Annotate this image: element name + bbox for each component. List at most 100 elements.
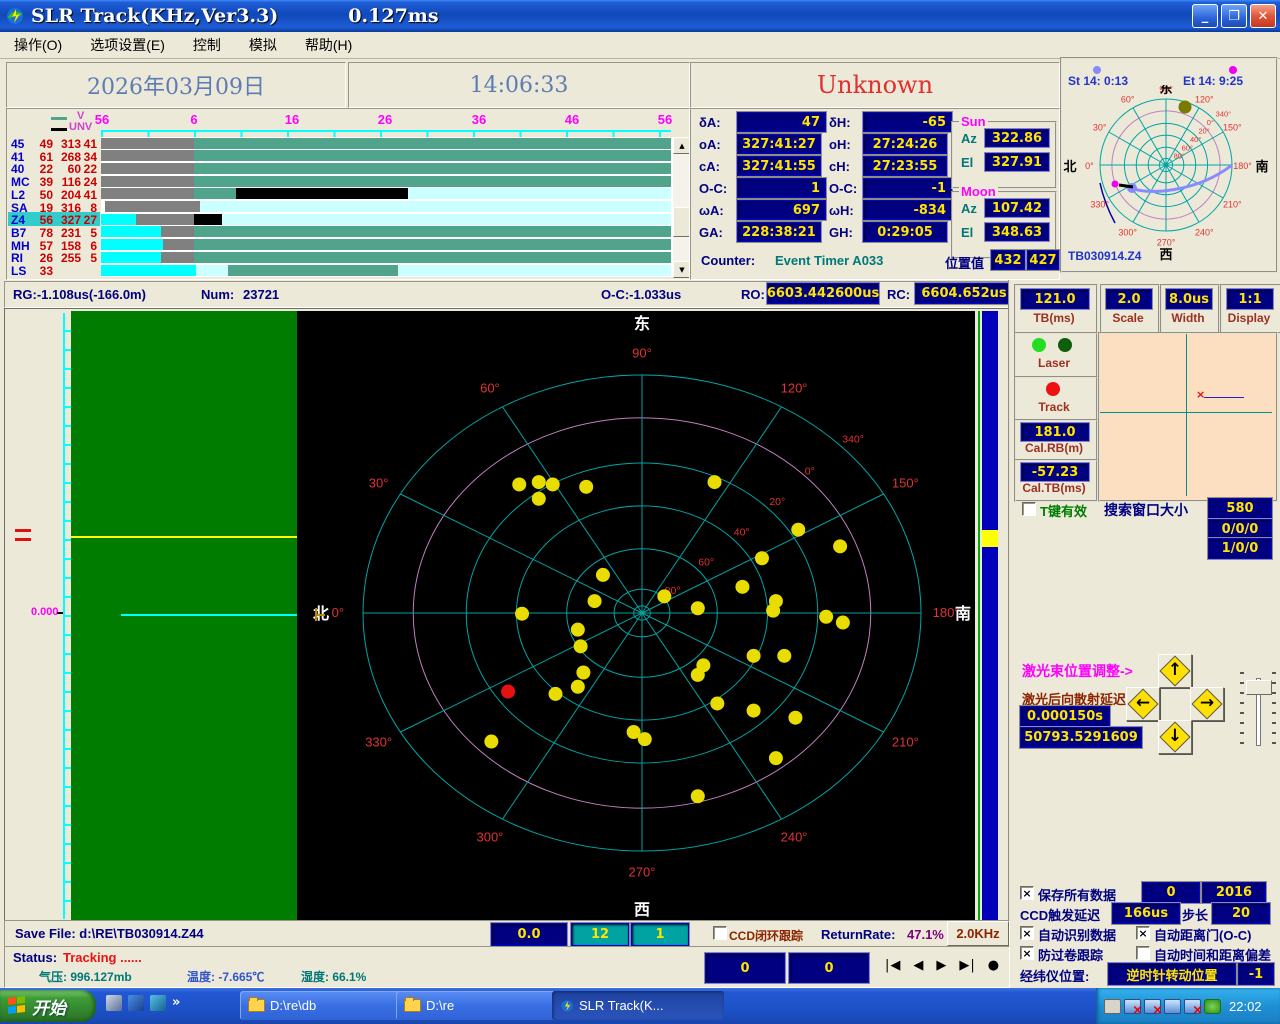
menu-help[interactable]: 帮助(H) <box>291 35 366 55</box>
schedule-bar <box>194 138 671 149</box>
menu-control[interactable]: 控制 <box>179 35 235 55</box>
restore-button[interactable]: ❐ <box>1221 4 1247 28</box>
schedule-bar <box>101 265 196 276</box>
compass-e: 东 <box>634 314 650 333</box>
cal-rb-group: 181.0 Cal.RB(m) <box>1014 419 1098 462</box>
tray-clock: 22:02 <box>1229 999 1262 1014</box>
beam-up-button[interactable]: ↑ <box>1158 654 1192 688</box>
azimuth-label: 120° <box>1195 95 1214 105</box>
schedule-bar <box>222 214 671 225</box>
azimuth-label: 300° <box>1118 227 1137 237</box>
track-label: δA: <box>699 115 721 130</box>
beam-right-button[interactable]: → <box>1190 687 1224 721</box>
auto-offset-checkbox[interactable] <box>1136 946 1150 960</box>
scroll-up-button[interactable]: ▲ <box>673 137 690 154</box>
schedule-bar <box>101 163 194 174</box>
search-f1-field[interactable]: 0/0/0 <box>1208 519 1272 540</box>
sat-id[interactable]: LS <box>11 264 26 278</box>
schedule-bar <box>398 265 671 276</box>
task-slr-track[interactable]: SLR Track(K... <box>552 991 724 1020</box>
range-gate-label: RG:-1.108us(-166.0m) <box>13 287 146 302</box>
schedule-bar <box>101 176 194 187</box>
azimuth-label: 270° <box>629 864 656 879</box>
prev-button[interactable]: ◀ <box>913 958 924 973</box>
sat-v3: 5 <box>79 251 97 265</box>
record-button[interactable]: ● <box>988 958 1000 973</box>
return-dot <box>588 594 602 608</box>
last-button[interactable]: ▶| <box>959 958 975 973</box>
save-all-checkbox[interactable]: × <box>1020 886 1034 900</box>
security-shield-icon[interactable] <box>1204 999 1221 1014</box>
slr-app-icon <box>560 999 574 1013</box>
next-button[interactable]: ▶ <box>936 958 947 973</box>
task-folder-db[interactable]: D:\re\db <box>240 991 404 1020</box>
theodolite-value[interactable]: -1 <box>1238 963 1274 985</box>
azimuth-label: 210° <box>892 735 919 750</box>
cal-rb-field[interactable]: 181.0 <box>1021 423 1089 441</box>
search-size-field[interactable]: 580 <box>1208 498 1272 519</box>
ro-label: RO: <box>741 287 765 302</box>
laser-group: Laser <box>1014 332 1098 378</box>
width-field[interactable]: 8.0us <box>1166 289 1212 309</box>
time-axis-tick: 46 <box>565 112 579 127</box>
tb-field[interactable]: 121.0 <box>1021 289 1089 309</box>
start-button[interactable]: 开始 <box>0 990 96 1022</box>
save-v1-field[interactable]: 0 <box>1142 882 1200 903</box>
auto-gate-checkbox[interactable]: × <box>1136 926 1150 940</box>
auto-id-checkbox[interactable]: × <box>1020 926 1034 940</box>
search-f2-field[interactable]: 1/0/0 <box>1208 538 1272 559</box>
tkey-checkbox[interactable] <box>1022 502 1036 516</box>
display-field[interactable]: 1:1 <box>1227 289 1273 309</box>
cal-tb-field[interactable]: -57.23 <box>1021 463 1089 481</box>
mjd-field[interactable]: 50793.5291609 <box>1020 727 1142 748</box>
azimuth-label: 120° <box>781 380 808 395</box>
azimuth-label: 0° <box>332 605 344 620</box>
schedule-bar <box>101 214 136 225</box>
slider-thumb[interactable] <box>1246 680 1272 695</box>
step-field[interactable]: 20 <box>1212 903 1270 924</box>
menu-bar: 操作(O) 选项设置(E) 控制 模拟 帮助(H) <box>0 32 1280 59</box>
track-label: cA: <box>699 159 720 174</box>
network-disconnected-icon[interactable] <box>1184 999 1201 1014</box>
sat-v1: 33 <box>31 264 53 278</box>
scale-field[interactable]: 2.0 <box>1106 289 1152 309</box>
backscatter-delay-field[interactable]: 0.000150s <box>1020 706 1110 727</box>
schedule-bar <box>194 176 671 187</box>
range-indicator-strip[interactable] <box>982 311 998 921</box>
menu-options[interactable]: 选项设置(E) <box>76 35 179 55</box>
mount-marker-v <box>315 608 317 621</box>
beam-down-button[interactable]: ↓ <box>1158 720 1192 754</box>
quick-launch-icon-2[interactable] <box>128 995 144 1011</box>
num-value: 23721 <box>243 287 279 302</box>
elevation-marker-bottom <box>15 538 31 541</box>
theodolite-button[interactable]: 逆时针转动位置 <box>1108 963 1236 985</box>
menu-operate[interactable]: 操作(O) <box>0 35 76 55</box>
sat-scrollbar-thumb[interactable] <box>673 207 690 237</box>
network-icon[interactable] <box>1164 999 1181 1014</box>
width-group: 8.0us Width <box>1160 284 1220 334</box>
keyboard-icon[interactable] <box>1104 999 1121 1014</box>
menu-simulate[interactable]: 模拟 <box>235 35 291 55</box>
close-button[interactable]: ✕ <box>1250 4 1276 28</box>
scale-label: Scale <box>1102 311 1154 325</box>
scroll-down-button[interactable]: ▼ <box>673 261 690 278</box>
track-field: 327:41:55 <box>737 156 821 176</box>
quick-launch-icon-3[interactable] <box>150 995 166 1011</box>
beam-slider[interactable] <box>1238 672 1278 748</box>
folder-icon <box>248 999 265 1012</box>
first-button[interactable]: |◀ <box>885 958 901 973</box>
save-v2-field[interactable]: 2016 <box>1202 882 1266 903</box>
minimize-button[interactable]: _ <box>1192 4 1218 28</box>
up-arrow-icon: ↑ <box>1159 655 1191 685</box>
anti-wrap-checkbox[interactable]: × <box>1020 946 1034 960</box>
network-disconnected-icon[interactable] <box>1144 999 1161 1014</box>
ccd-loop-checkbox[interactable] <box>713 926 727 940</box>
ccd-delay-label: CCD触发延迟 <box>1020 905 1100 924</box>
ccd-delay-field[interactable]: 166us <box>1112 903 1180 924</box>
quick-launch-icon-1[interactable] <box>106 995 122 1011</box>
quick-launch-overflow[interactable]: » <box>172 995 180 1011</box>
beam-left-button[interactable]: ← <box>1126 687 1160 721</box>
task-folder-re[interactable]: D:\re <box>396 991 560 1020</box>
khz-box: 2.0KHz <box>947 921 1009 946</box>
network-disconnected-icon[interactable] <box>1124 999 1141 1014</box>
